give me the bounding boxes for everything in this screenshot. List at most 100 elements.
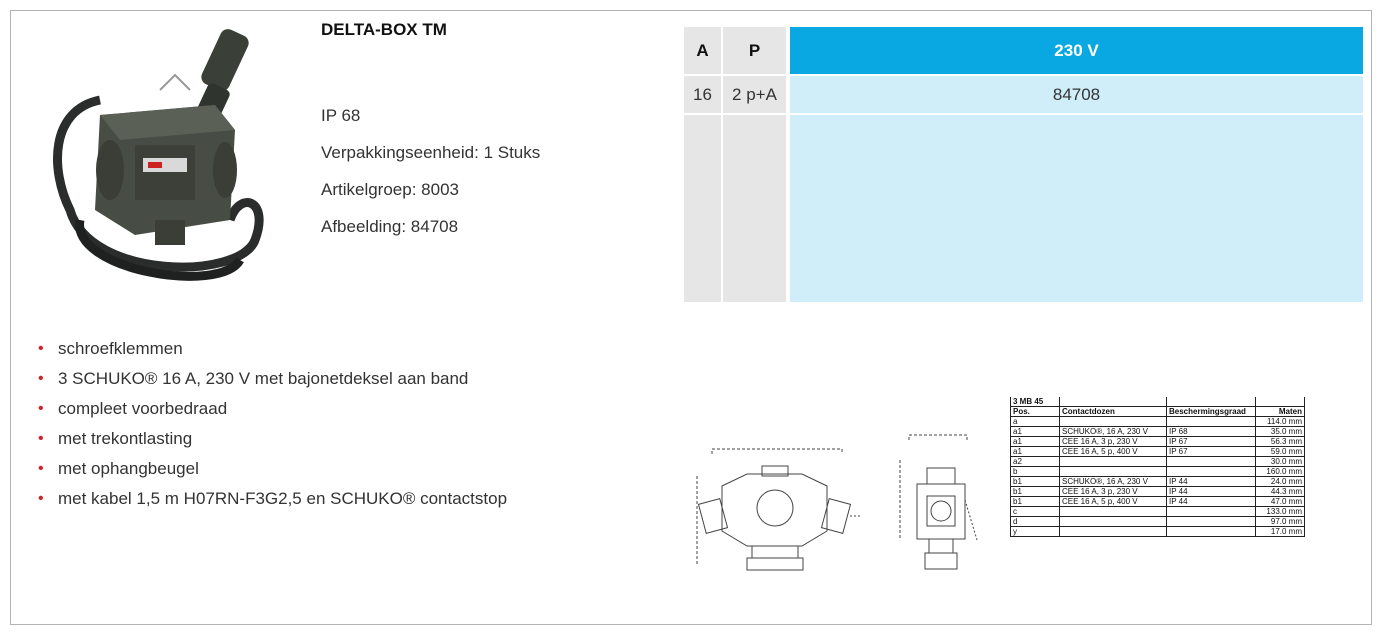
table-row: c 133.0 mm — [1010, 506, 1305, 517]
table-row: y 17.0 mm — [1010, 526, 1305, 537]
feature-text: met ophangbeugel — [58, 459, 199, 478]
spec-table: 3 MB 45 Pos. Contactdozen Beschermingsgr… — [1010, 397, 1305, 537]
product-title: DELTA-BOX TM — [321, 20, 447, 39]
article-group: Artikelgroep: 8003 — [321, 180, 459, 199]
spec-cell: a2 — [1010, 456, 1060, 467]
technical-drawing-side — [899, 434, 978, 570]
table-row: b1 CEE 16 A, 5 p, 400 V IP 44 47.0 mm — [1010, 496, 1305, 507]
spec-cell: CEE 16 A, 5 p, 400 V — [1059, 446, 1167, 457]
bullet-icon: • — [38, 460, 44, 477]
spec-cell: SCHUKO®, 16 A, 230 V — [1059, 476, 1167, 487]
spec-title-spacer — [1255, 397, 1305, 407]
spec-cell: 59.0 mm — [1255, 446, 1305, 457]
spec-cell: b — [1010, 466, 1060, 477]
spec-cell: 17.0 mm — [1255, 526, 1305, 537]
table-row: b 160.0 mm — [1010, 466, 1305, 477]
table-row: a2 30.0 mm — [1010, 456, 1305, 467]
table-row: b1 CEE 16 A, 3 p, 230 V IP 44 44.3 mm — [1010, 486, 1305, 497]
header-poles: P — [723, 27, 786, 74]
spec-cell: SCHUKO®, 16 A, 230 V — [1059, 426, 1167, 437]
feature-text: met trekontlasting — [58, 429, 193, 448]
spec-cell: c — [1010, 506, 1060, 517]
product-photo — [53, 29, 264, 281]
header-ampere: A — [684, 27, 721, 74]
spec-cell: CEE 16 A, 5 p, 400 V — [1059, 496, 1167, 507]
spec-title: 3 MB 45 — [1010, 397, 1060, 407]
cell-poles: 2 p+A — [723, 76, 786, 113]
spec-cell — [1059, 526, 1167, 537]
bullet-icon: • — [38, 400, 44, 417]
spec-cell: b1 — [1010, 476, 1060, 487]
image-reference: Afbeelding: 84708 — [321, 217, 459, 236]
table-row: a1 CEE 16 A, 5 p, 400 V IP 67 59.0 mm — [1010, 446, 1305, 457]
spec-title-spacer — [1166, 397, 1256, 407]
spec-cell: 24.0 mm — [1255, 476, 1305, 487]
spec-cell: IP 68 — [1166, 426, 1256, 437]
spec-cell: IP 44 — [1166, 496, 1256, 507]
list-item: • schroefklemmen — [38, 339, 507, 359]
spec-cell — [1166, 506, 1256, 517]
feature-list: • schroefklemmen • 3 SCHUKO® 16 A, 230 V m… — [38, 339, 507, 519]
bullet-icon: • — [38, 490, 44, 507]
empty-cell — [684, 115, 721, 302]
empty-cell — [723, 115, 786, 302]
list-item: • 3 SCHUKO® 16 A, 230 V met bajonetdeksel… — [38, 369, 507, 389]
spec-cell — [1059, 466, 1167, 477]
feature-text: schroefklemmen — [58, 339, 183, 358]
spec-cell — [1166, 456, 1256, 467]
spec-cell: 114.0 mm — [1255, 416, 1305, 427]
table-row: a1 CEE 16 A, 3 p, 230 V IP 67 56.3 mm — [1010, 436, 1305, 447]
spec-header: Pos. — [1010, 406, 1060, 417]
spec-cell — [1166, 466, 1256, 477]
spec-cell: a1 — [1010, 446, 1060, 457]
spec-cell: a1 — [1010, 426, 1060, 437]
table-row: a 114.0 mm — [1010, 416, 1305, 427]
list-item: • compleet voorbedraad — [38, 399, 507, 419]
bullet-icon: • — [38, 340, 44, 357]
bullet-icon: • — [38, 430, 44, 447]
spec-cell: IP 67 — [1166, 436, 1256, 447]
ip-rating: IP 68 — [321, 106, 361, 125]
feature-text: met kabel 1,5 m H07RN-F3G2,5 en SCHUKO® … — [58, 489, 508, 508]
spec-cell — [1166, 416, 1256, 427]
empty-cell — [790, 115, 1363, 302]
spec-header: Contactdozen — [1059, 406, 1167, 417]
spec-cell: 44.3 mm — [1255, 486, 1305, 497]
list-item: • met trekontlasting — [38, 429, 507, 449]
feature-text: compleet voorbedraad — [58, 399, 228, 418]
spec-cell: 30.0 mm — [1255, 456, 1305, 467]
spec-cell: 97.0 mm — [1255, 516, 1305, 527]
spec-cell: d — [1010, 516, 1060, 527]
spec-cell: 35.0 mm — [1255, 426, 1305, 437]
spec-title-spacer — [1059, 397, 1167, 407]
product-info: DELTA-BOX TM IP 68 Verpakkingseenheid: 1… — [321, 20, 661, 254]
spec-cell — [1059, 516, 1167, 527]
technical-drawing-front — [696, 448, 860, 571]
spec-cell: CEE 16 A, 3 p, 230 V — [1059, 486, 1167, 497]
spec-header: Beschermingsgraad — [1166, 406, 1256, 417]
spec-cell: IP 67 — [1166, 446, 1256, 457]
cell-ampere: 16 — [684, 76, 721, 113]
table-row: d 97.0 mm — [1010, 516, 1305, 527]
spec-header: Maten — [1255, 406, 1305, 417]
packaging-unit: Verpakkingseenheid: 1 Stuks — [321, 143, 541, 162]
spec-cell — [1166, 516, 1256, 527]
spec-cell: y — [1010, 526, 1060, 537]
spec-cell: a — [1010, 416, 1060, 427]
header-voltage: 230 V — [790, 27, 1363, 74]
bullet-icon: • — [38, 370, 44, 387]
spec-cell — [1059, 416, 1167, 427]
spec-cell: IP 44 — [1166, 476, 1256, 487]
table-row: b1 SCHUKO®, 16 A, 230 V IP 44 24.0 mm — [1010, 476, 1305, 487]
list-item: • met ophangbeugel — [38, 459, 507, 479]
spec-cell: 160.0 mm — [1255, 466, 1305, 477]
spec-cell: 47.0 mm — [1255, 496, 1305, 507]
spec-cell: 56.3 mm — [1255, 436, 1305, 447]
table-row: a1 SCHUKO®, 16 A, 230 V IP 68 35.0 mm — [1010, 426, 1305, 437]
spec-cell: b1 — [1010, 496, 1060, 507]
list-item: • met kabel 1,5 m H07RN-F3G2,5 en SCHUKO®… — [38, 489, 507, 509]
cell-article-number[interactable]: 84708 — [790, 76, 1363, 113]
spec-cell — [1059, 506, 1167, 517]
spec-cell: CEE 16 A, 3 p, 230 V — [1059, 436, 1167, 447]
variant-table: A P 230 V 16 2 p+A 84708 — [684, 27, 1363, 302]
